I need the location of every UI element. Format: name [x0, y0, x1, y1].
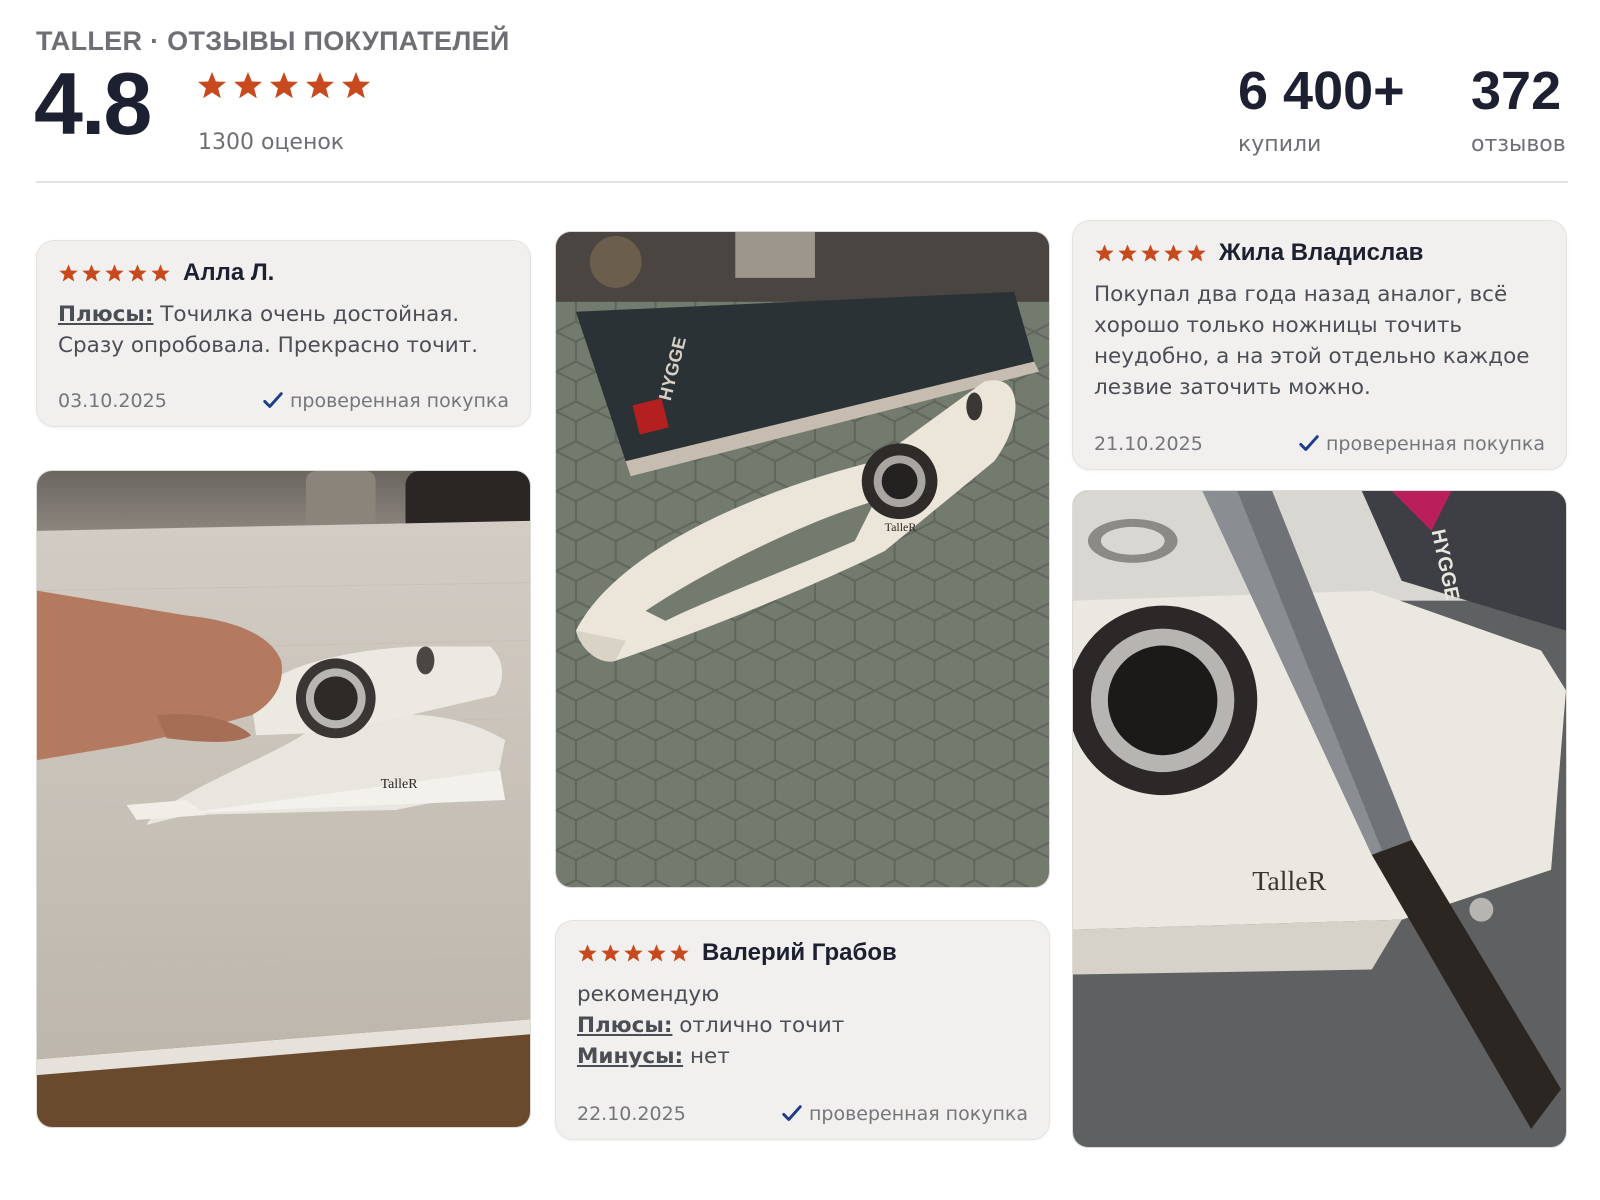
reviews-label: отзывов: [1471, 132, 1566, 157]
header-rating-stars: [196, 70, 372, 102]
review-text: Покупал два года назад аналог, всё хорош…: [1094, 282, 1530, 400]
star-icon: [624, 943, 643, 962]
verified-badge: проверенная покупка: [781, 1103, 1028, 1125]
star-icon: [151, 263, 170, 282]
review-author: Валерий Грабов: [702, 939, 897, 966]
star-icon: [342, 72, 370, 99]
buyers-count: 6 400+: [1238, 61, 1405, 121]
average-rating: 4.8: [34, 54, 152, 153]
sharpener-photo: TalleR: [37, 471, 530, 1127]
star-icon: [198, 72, 226, 99]
review-date: 03.10.2025: [58, 390, 167, 412]
review-date: 21.10.2025: [1094, 433, 1203, 455]
buyers-label: купили: [1238, 132, 1322, 157]
review-photo[interactable]: TalleR: [36, 470, 531, 1128]
review-author: Алла Л.: [183, 259, 275, 286]
review-stars: [577, 943, 690, 964]
verified-badge: проверенная покупка: [262, 390, 509, 412]
review-text: рекомендую Плюсы: отлично точит Минусы: …: [577, 979, 1028, 1072]
checkmark-icon: [782, 1105, 802, 1121]
review-card[interactable]: Алла Л. Плюсы: Точилка очень достойная. …: [36, 240, 531, 427]
star-icon: [234, 72, 262, 99]
buyers-stat: 6 400+ купили: [1238, 64, 1405, 157]
review-date: 22.10.2025: [577, 1103, 686, 1125]
brand-mark: TalleR: [885, 520, 917, 534]
star-icon: [1095, 243, 1114, 262]
reviews-count: 372: [1471, 61, 1562, 121]
star-icon: [578, 943, 597, 962]
verified-label: проверенная покупка: [289, 390, 509, 412]
star-icon: [1118, 243, 1137, 262]
star-icon: [670, 943, 689, 962]
star-icon: [82, 263, 101, 282]
star-icon: [1187, 243, 1206, 262]
star-icon: [601, 943, 620, 962]
star-icon: [1141, 243, 1160, 262]
cons-label: Минусы:: [577, 1044, 684, 1069]
pros-label: Плюсы:: [577, 1013, 673, 1038]
checkmark-icon: [263, 392, 283, 408]
header-divider: [36, 181, 1568, 183]
verified-label: проверенная покупка: [1325, 433, 1545, 455]
brand-mark: TalleR: [381, 777, 419, 792]
review-photo[interactable]: HYGGE TalleR: [555, 231, 1050, 888]
pros-label: Плюсы:: [58, 302, 154, 327]
star-icon: [1164, 243, 1183, 262]
reviews-stat: 372 отзывов: [1471, 64, 1566, 157]
star-icon: [105, 263, 124, 282]
review-card[interactable]: Валерий Грабов рекомендую Плюсы: отлично…: [555, 920, 1050, 1140]
star-icon: [128, 263, 147, 282]
review-author: Жила Владислав: [1219, 239, 1424, 266]
sharpener-box-photo: HYGGE TalleR: [556, 232, 1049, 887]
review-stars: [1094, 243, 1207, 264]
review-photo[interactable]: HYGGE TalleR: [1072, 490, 1567, 1148]
review-comment: рекомендую: [577, 982, 720, 1007]
brand-title: TALLER · ОТЗЫВЫ ПОКУПАТЕЛЕЙ: [36, 26, 510, 56]
checkmark-icon: [1299, 435, 1319, 451]
star-icon: [647, 943, 666, 962]
review-card[interactable]: Жила Владислав Покупал два года назад ан…: [1072, 220, 1567, 470]
star-icon: [306, 72, 334, 99]
pros-text: отлично точит: [679, 1013, 845, 1038]
verified-badge: проверенная покупка: [1298, 433, 1545, 455]
rating-count: 1300 оценок: [198, 130, 345, 155]
star-icon: [59, 263, 78, 282]
brand-mark: TalleR: [1252, 866, 1326, 897]
star-icon: [270, 72, 298, 99]
review-stars: [58, 263, 171, 284]
verified-label: проверенная покупка: [808, 1103, 1028, 1125]
review-text: Плюсы: Точилка очень достойная. Сразу оп…: [58, 299, 509, 361]
sharpener-knife-photo: HYGGE TalleR: [1073, 491, 1566, 1147]
cons-text: нет: [689, 1044, 730, 1069]
